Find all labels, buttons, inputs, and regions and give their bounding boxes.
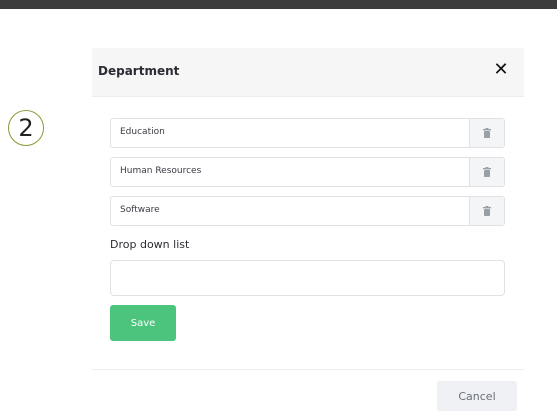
department-row: Education [110,118,505,148]
step-number-badge: 2 [8,110,44,146]
dropdown-list-label: Drop down list [110,238,190,251]
footer-divider [92,369,524,370]
top-bar [0,0,557,9]
department-modal: Department ✕ Education Human Resources S… [92,48,524,411]
department-value[interactable]: Education [120,127,165,137]
dropdown-list-input[interactable] [110,260,505,296]
close-icon[interactable]: ✕ [492,60,510,80]
department-value[interactable]: Human Resources [120,166,201,176]
trash-icon[interactable] [469,197,504,225]
trash-icon[interactable] [469,158,504,186]
department-value[interactable]: Software [120,205,160,215]
cancel-button[interactable]: Cancel [437,381,517,411]
modal-header: Department ✕ [92,48,524,97]
trash-icon[interactable] [469,119,504,147]
department-row: Human Resources [110,157,505,187]
modal-title: Department [98,64,180,78]
save-button[interactable]: Save [110,305,176,341]
department-row: Software [110,196,505,226]
